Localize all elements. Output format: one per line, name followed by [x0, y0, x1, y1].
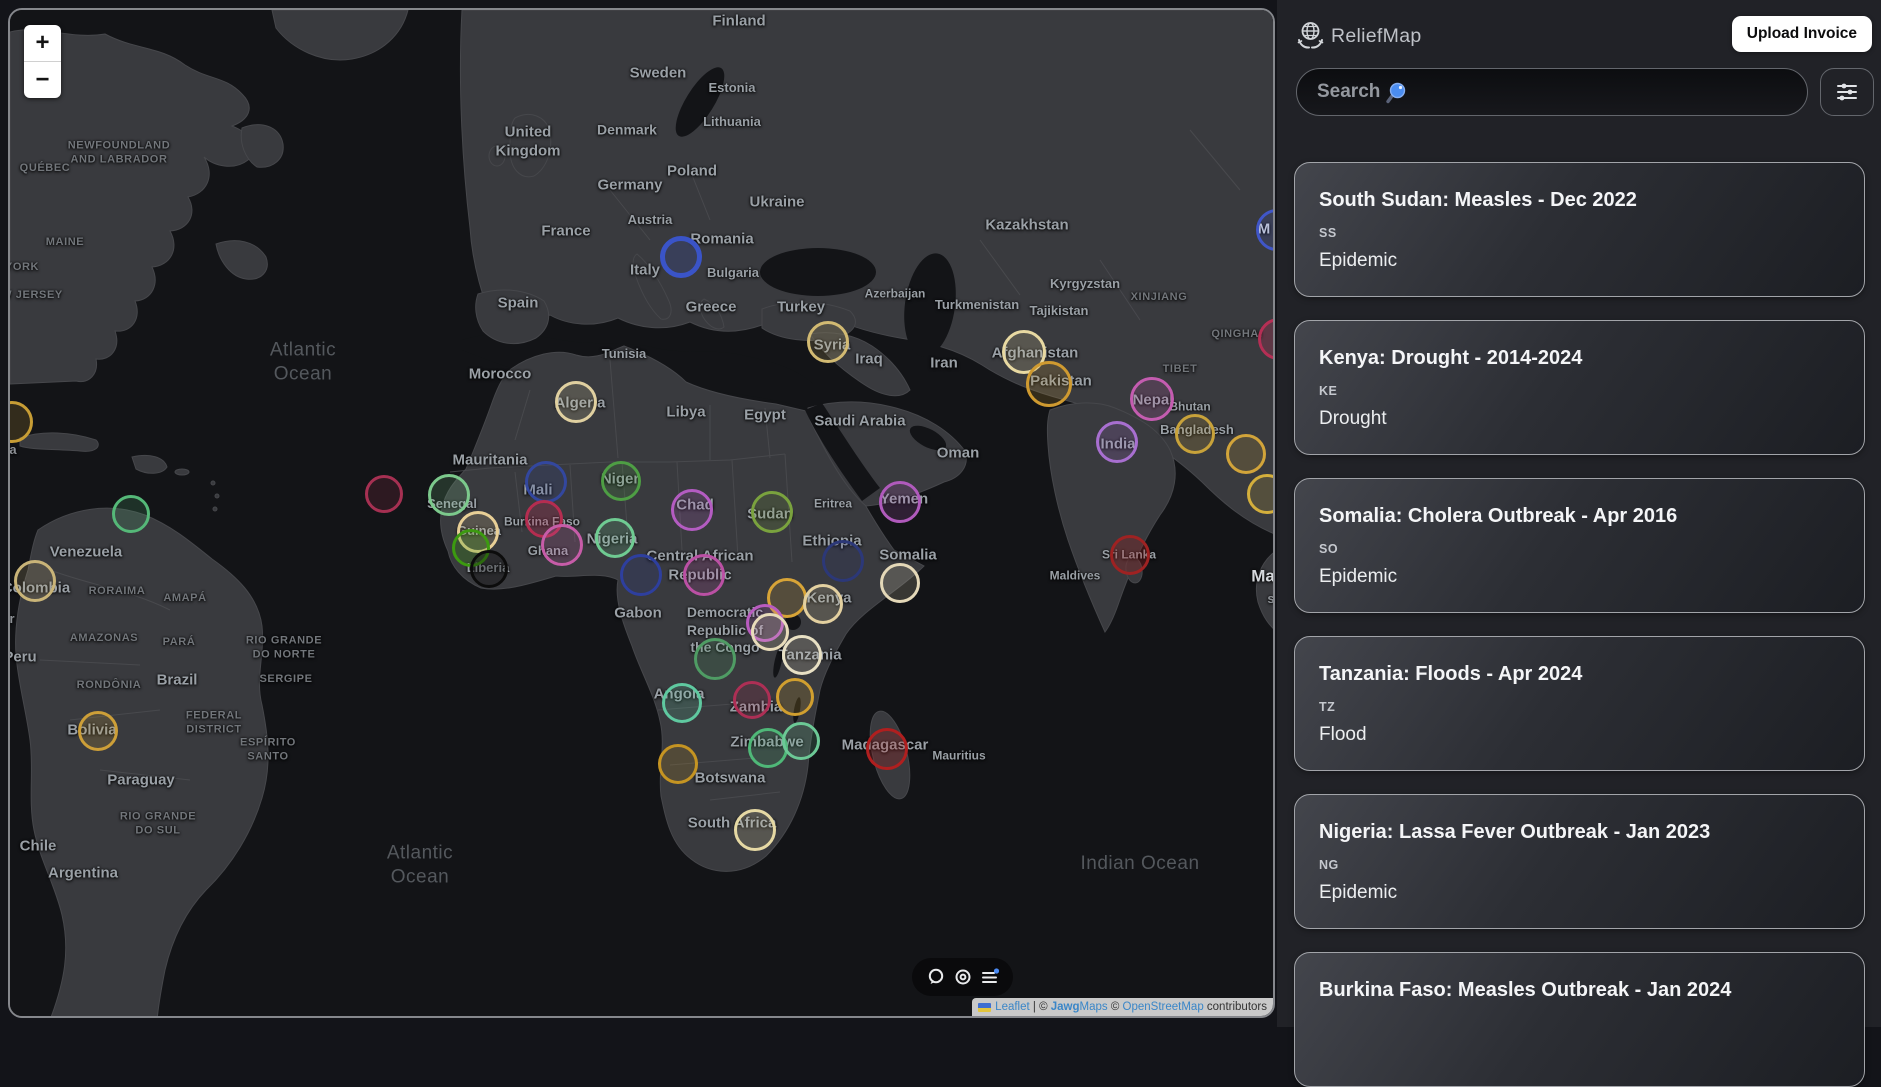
event-marker[interactable]: [525, 461, 567, 503]
event-card-type: Epidemic: [1319, 250, 1840, 272]
event-card-title: Kenya: Drought - 2014-2024: [1319, 347, 1840, 370]
event-marker[interactable]: [776, 678, 814, 716]
jawg-link[interactable]: Jawg: [1051, 1001, 1080, 1013]
event-marker[interactable]: [555, 381, 597, 423]
event-card[interactable]: Kenya: Drought - 2014-2024 KE Drought: [1294, 320, 1865, 455]
event-marker[interactable]: [1026, 361, 1072, 407]
jawg-maps-link[interactable]: Maps: [1080, 1001, 1108, 1013]
zoom-out-button[interactable]: −: [24, 62, 61, 98]
event-marker[interactable]: [541, 524, 583, 566]
event-marker[interactable]: [880, 563, 920, 603]
event-card-list: South Sudan: Measles - Dec 2022 SS Epidemi…: [1294, 162, 1865, 1087]
map-panel[interactable]: FinlandSwedenEstoniaDenmarkLithuaniaUnit…: [8, 8, 1275, 1018]
event-card-country-code: NG: [1319, 858, 1840, 872]
event-marker[interactable]: [866, 728, 908, 770]
event-marker[interactable]: [751, 491, 793, 533]
event-marker[interactable]: [734, 809, 776, 851]
event-card-type: Flood: [1319, 724, 1840, 746]
event-marker[interactable]: [1096, 421, 1138, 463]
event-marker[interactable]: [1247, 474, 1275, 514]
upload-invoice-button[interactable]: Upload Invoice: [1732, 16, 1872, 52]
filter-button[interactable]: [1820, 68, 1874, 116]
event-marker[interactable]: [683, 554, 725, 596]
event-marker[interactable]: [620, 554, 662, 596]
event-marker[interactable]: [1130, 377, 1174, 421]
attribution-copyright: ©: [1039, 1001, 1051, 1013]
event-marker[interactable]: [671, 489, 713, 531]
event-marker[interactable]: [1256, 209, 1275, 251]
event-marker[interactable]: [365, 475, 403, 513]
hands-holding-globe-icon: [1297, 21, 1324, 50]
search-input[interactable]: [1297, 69, 1807, 115]
event-marker[interactable]: [782, 722, 820, 760]
event-marker[interactable]: [78, 711, 118, 751]
event-card-type: Drought: [1319, 408, 1840, 430]
attribution-copyright-2: ©: [1108, 1001, 1123, 1013]
zoom-control[interactable]: + −: [24, 25, 61, 98]
ukraine-flag-icon: [978, 1003, 991, 1012]
event-marker[interactable]: [1258, 318, 1275, 360]
map-attribution: Leaflet | © JawgMaps © OpenStreetMap con…: [972, 998, 1273, 1016]
list-sliders-icon[interactable]: [979, 966, 1001, 988]
event-card-country-code: SO: [1319, 542, 1840, 556]
event-marker[interactable]: [112, 495, 150, 533]
map-markers: [10, 10, 1273, 1016]
search-bar: [1296, 68, 1808, 116]
event-marker[interactable]: [14, 560, 56, 602]
sliders-icon: [1835, 80, 1859, 104]
event-marker[interactable]: [879, 481, 921, 523]
event-marker[interactable]: [660, 236, 702, 278]
event-marker[interactable]: [662, 683, 702, 723]
app-title: ReliefMap: [1331, 25, 1422, 48]
map-toolbar: [912, 958, 1013, 996]
event-card-title: Somalia: Cholera Outbreak - Apr 2016: [1319, 505, 1840, 528]
event-marker[interactable]: [470, 550, 508, 588]
event-marker[interactable]: [803, 584, 843, 624]
reliefmap-app: { "app": { "name": "ReliefMap", "logo_ic…: [0, 0, 1881, 1027]
eye-icon[interactable]: [952, 966, 974, 988]
event-marker[interactable]: [782, 635, 822, 675]
event-marker[interactable]: [428, 474, 470, 516]
leaflet-link[interactable]: Leaflet: [995, 1001, 1030, 1013]
event-marker[interactable]: [8, 401, 33, 443]
event-card-title: Burkina Faso: Measles Outbreak - Jan 202…: [1319, 979, 1840, 1002]
event-marker[interactable]: [694, 638, 736, 680]
sidebar: ReliefMap Upload Invoice South Sudan: Me…: [1277, 0, 1881, 1027]
event-card-country-code: KE: [1319, 384, 1840, 398]
event-card-country-code: SS: [1319, 226, 1840, 240]
event-card-country-code: TZ: [1319, 700, 1840, 714]
event-card[interactable]: Tanzania: Floods - Apr 2024 TZ Flood: [1294, 636, 1865, 771]
event-card[interactable]: South Sudan: Measles - Dec 2022 SS Epidemi…: [1294, 162, 1865, 297]
event-marker[interactable]: [1175, 414, 1215, 454]
event-marker[interactable]: [601, 461, 641, 501]
event-marker[interactable]: [658, 744, 698, 784]
event-card-title: Nigeria: Lassa Fever Outbreak - Jan 2023: [1319, 821, 1840, 844]
attribution-separator: |: [1030, 1001, 1039, 1013]
zoom-in-button[interactable]: +: [24, 25, 61, 62]
event-card-title: Tanzania: Floods - Apr 2024: [1319, 663, 1840, 686]
event-marker[interactable]: [807, 321, 849, 363]
chat-bubble-icon[interactable]: [925, 966, 947, 988]
event-marker[interactable]: [1110, 535, 1150, 575]
event-card[interactable]: Burkina Faso: Measles Outbreak - Jan 202…: [1294, 952, 1865, 1087]
attribution-contributors: contributors: [1204, 1001, 1267, 1013]
event-marker[interactable]: [733, 681, 771, 719]
event-card[interactable]: Somalia: Cholera Outbreak - Apr 2016 SO Ep…: [1294, 478, 1865, 613]
osm-link[interactable]: OpenStreetMap: [1123, 1001, 1204, 1013]
event-marker[interactable]: [595, 518, 635, 558]
event-card-type: Epidemic: [1319, 882, 1840, 904]
event-marker[interactable]: [822, 540, 864, 582]
event-card[interactable]: Nigeria: Lassa Fever Outbreak - Jan 2023…: [1294, 794, 1865, 929]
event-card-type: Epidemic: [1319, 566, 1840, 588]
event-marker[interactable]: [1226, 434, 1266, 474]
event-card-title: South Sudan: Measles - Dec 2022: [1319, 189, 1840, 212]
